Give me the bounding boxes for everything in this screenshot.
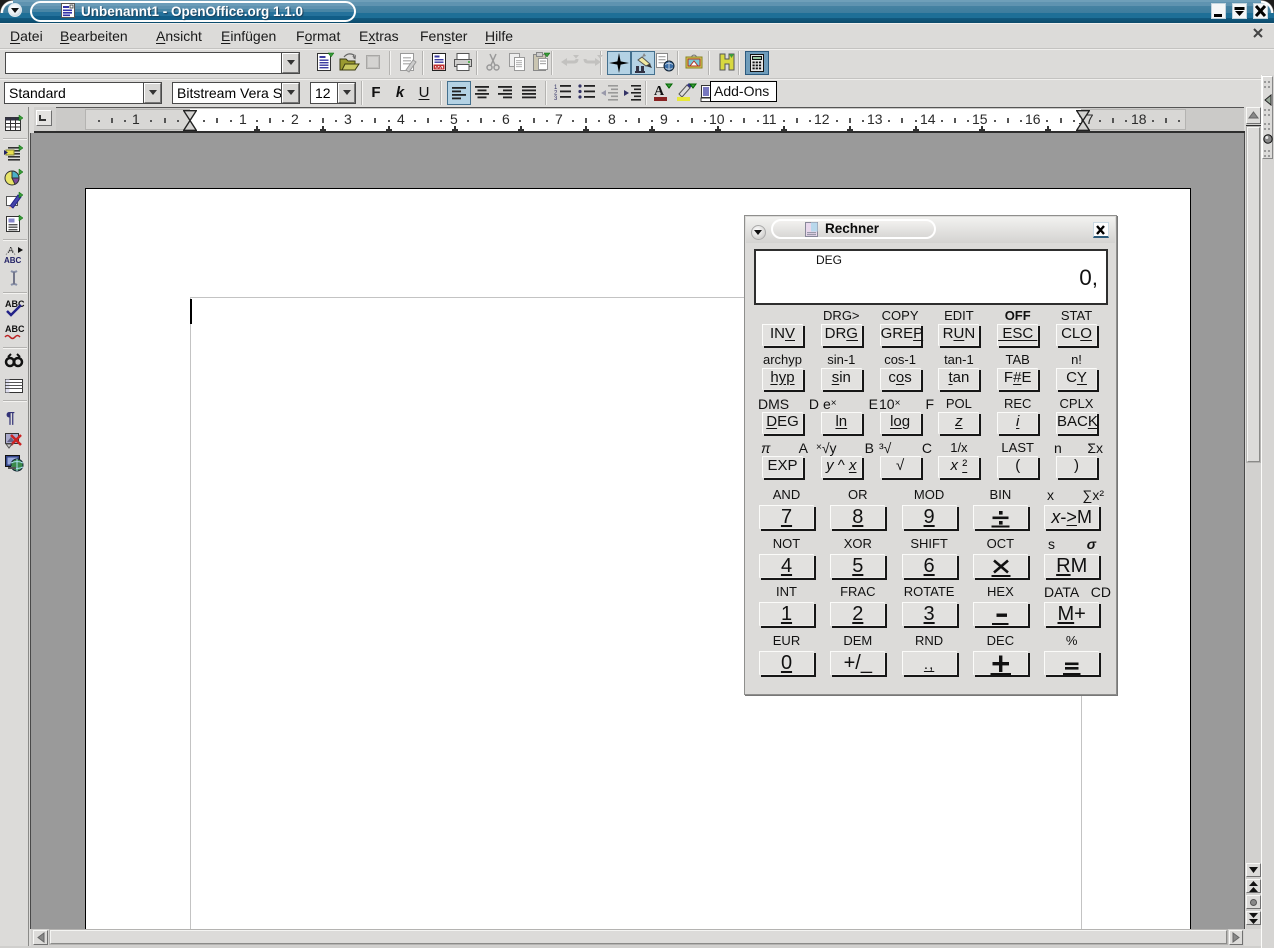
svg-text:ABC: ABC xyxy=(5,324,25,334)
svg-text:3: 3 xyxy=(554,96,558,102)
svg-text:ABC: ABC xyxy=(5,299,25,309)
svg-text:ABC: ABC xyxy=(4,256,22,265)
svg-text:A: A xyxy=(654,84,665,99)
svg-text:¶: ¶ xyxy=(6,410,15,427)
